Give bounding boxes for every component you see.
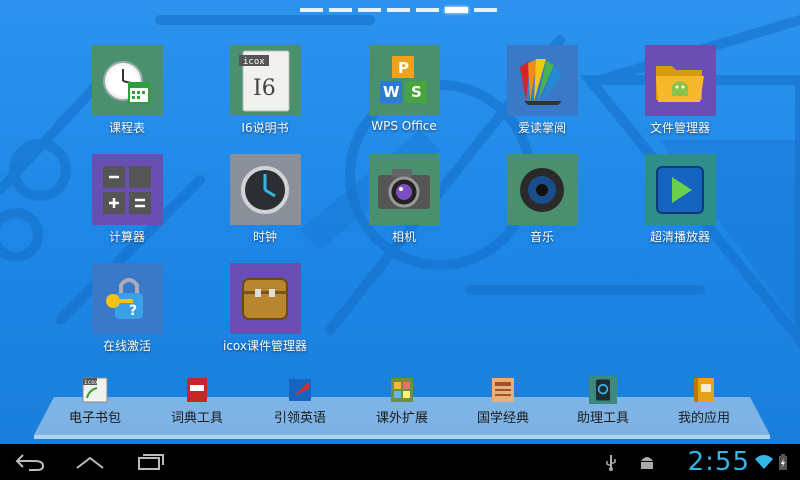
system-bar: 2:55 [0, 444, 800, 480]
page-dot [358, 8, 381, 12]
app-label: 在线激活 [102, 339, 151, 353]
wifi-icon [754, 453, 774, 471]
app-label: 文件管理器 [649, 121, 710, 135]
english-book-icon [286, 376, 314, 404]
svg-text:S: S [411, 83, 422, 101]
page-indicator [300, 6, 497, 14]
ebook-bag-icon: icox [81, 376, 109, 404]
dock-item-ebook-bag[interactable]: icox 电子书包 [45, 376, 145, 428]
assistant-tool-icon [589, 376, 617, 404]
home-button[interactable] [70, 452, 110, 472]
dock-item-classics[interactable]: 国学经典 [453, 376, 553, 428]
dock-item-assistant-tools[interactable]: 助理工具 [553, 376, 653, 428]
app-label: I6说明书 [241, 121, 289, 135]
calendar-clock-icon [91, 45, 163, 116]
book-reader-icon [506, 45, 578, 116]
calculator-icon [91, 154, 163, 225]
app-online-activation[interactable]: ? 在线激活 [62, 263, 192, 363]
usb-icon [604, 453, 618, 471]
briefcase-icon [229, 263, 301, 334]
svg-text:icox: icox [243, 57, 265, 67]
page-dot [387, 8, 410, 12]
app-label: 爱读掌阅 [517, 121, 566, 135]
app-label: 音乐 [529, 230, 554, 244]
app-file-manager[interactable]: 文件管理器 [615, 45, 745, 145]
dock-label: 词典工具 [170, 411, 223, 426]
video-player-icon [644, 154, 716, 225]
app-music[interactable]: 音乐 [477, 154, 607, 254]
app-calculator[interactable]: 计算器 [62, 154, 192, 254]
dock-label: 课外扩展 [375, 411, 428, 426]
app-i6-manual[interactable]: icox I6 I6说明书 [200, 45, 330, 145]
app-course-schedule[interactable]: 课程表 [62, 45, 192, 145]
app-icox-courseware-manager[interactable]: icox课件管理器 [200, 263, 330, 363]
app-label: icox课件管理器 [222, 339, 307, 353]
svg-text:I6: I6 [253, 76, 276, 101]
page-dot [329, 8, 352, 12]
manual-document-icon: icox I6 [229, 45, 301, 116]
dock-item-my-apps[interactable]: 我的应用 [654, 376, 754, 428]
app-wps-office[interactable]: P W S WPS Office [339, 45, 469, 145]
app-camera[interactable]: 相机 [339, 154, 469, 254]
app-label: 计算器 [108, 230, 145, 244]
dock-label: 国学经典 [476, 411, 529, 426]
android-debug-icon [638, 453, 656, 471]
app-ireader[interactable]: 爱读掌阅 [477, 45, 607, 145]
dock-item-extension[interactable]: 课外扩展 [352, 376, 452, 428]
dock-label: 助理工具 [576, 411, 629, 426]
status-clock: 2:55 [687, 447, 750, 477]
folder-android-icon [644, 45, 716, 116]
back-button[interactable] [10, 452, 50, 472]
key-lock-icon: ? [91, 263, 163, 334]
recent-apps-icon [138, 454, 164, 470]
extension-book-icon [388, 376, 416, 404]
dock-label: 引领英语 [273, 411, 326, 426]
home-icon [76, 456, 104, 469]
recent-apps-button[interactable] [130, 452, 170, 472]
svg-text:P: P [398, 59, 409, 77]
camera-icon [368, 154, 440, 225]
classics-book-icon [489, 376, 517, 404]
clock-icon [229, 154, 301, 225]
dock-label: 电子书包 [68, 411, 121, 426]
back-icon [15, 454, 45, 471]
app-label: 时钟 [252, 230, 277, 244]
app-hd-player[interactable]: 超清播放器 [615, 154, 745, 254]
app-label: 相机 [391, 230, 416, 244]
wps-office-icon: P W S [368, 45, 440, 116]
speaker-icon [506, 154, 578, 225]
page-dot [474, 8, 497, 12]
svg-text:?: ? [129, 303, 137, 319]
dock-item-english[interactable]: 引领英语 [250, 376, 350, 428]
app-label: WPS Office [371, 119, 437, 133]
dock-item-dictionary[interactable]: 词典工具 [147, 376, 247, 428]
page-dot [416, 8, 439, 12]
battery-icon [778, 453, 788, 471]
svg-text:icox: icox [84, 379, 99, 386]
page-dot [300, 8, 323, 12]
app-label: 课程表 [108, 121, 145, 135]
page-dot-active [445, 7, 468, 13]
app-label: 超清播放器 [649, 230, 710, 244]
svg-text:W: W [383, 83, 400, 101]
app-clock[interactable]: 时钟 [200, 154, 330, 254]
dictionary-icon [183, 376, 211, 404]
dock-label: 我的应用 [677, 411, 730, 426]
my-apps-icon [690, 376, 718, 404]
